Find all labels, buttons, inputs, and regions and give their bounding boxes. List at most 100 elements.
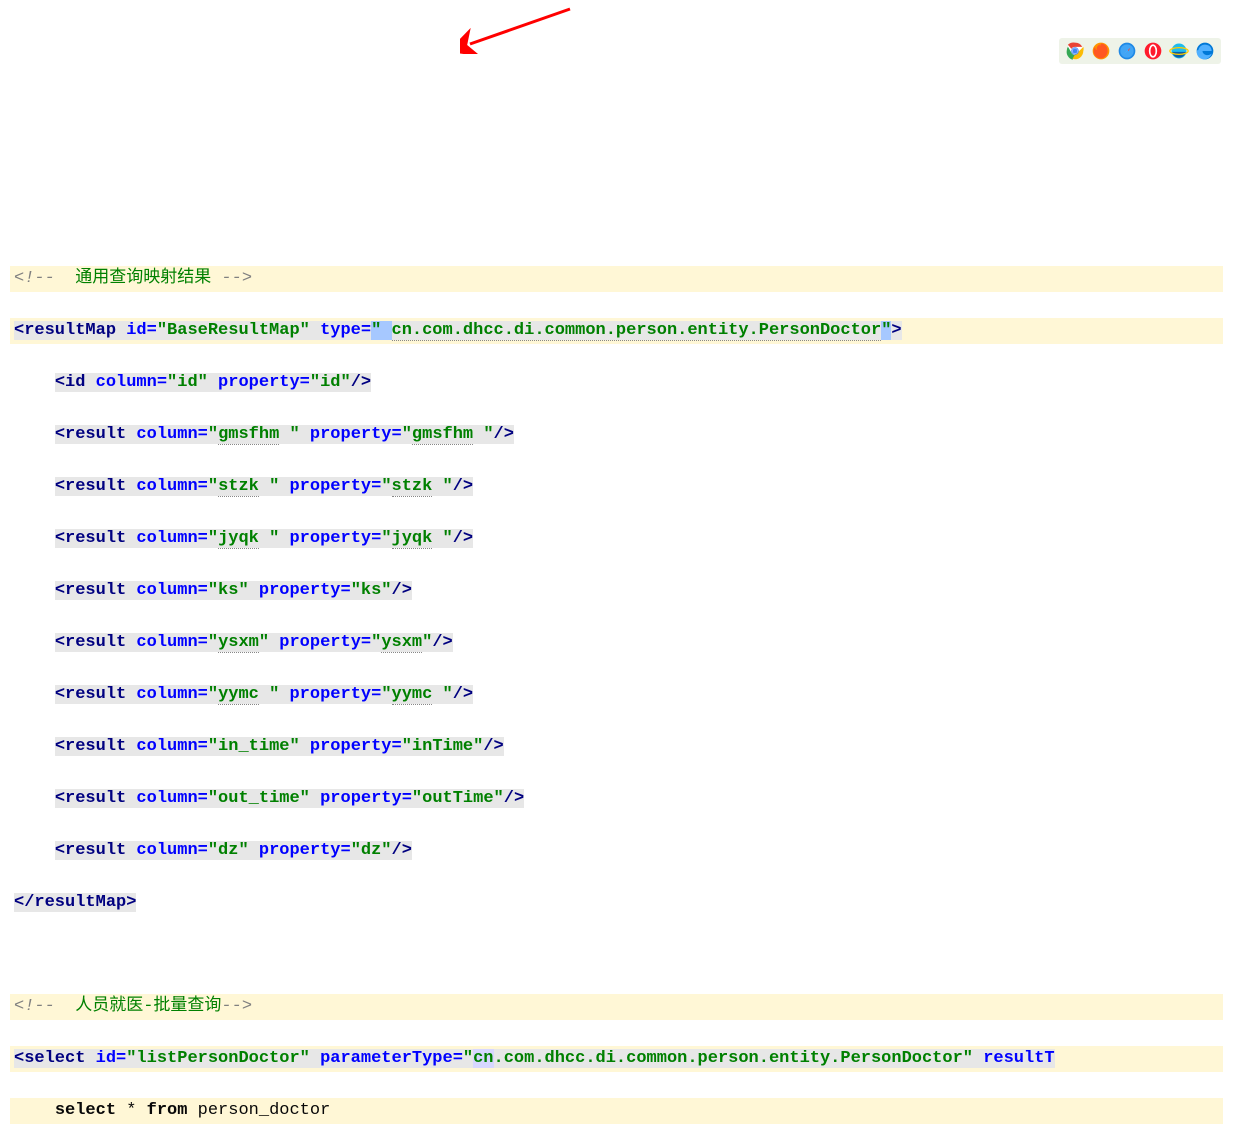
tag-select: <select bbox=[14, 1049, 85, 1068]
attr-resulttype: resultT bbox=[973, 1049, 1055, 1068]
attr-column: column= bbox=[126, 529, 208, 548]
val: jyqk bbox=[218, 529, 259, 549]
selection-space bbox=[381, 321, 391, 340]
tag-result: <result bbox=[55, 737, 126, 756]
comment-text: 通用查询映射结果 bbox=[65, 269, 221, 288]
code-line: <result column="in_time" property="inTim… bbox=[10, 734, 1223, 760]
attr-parametertype: parameterType= bbox=[310, 1049, 463, 1068]
attr-property: property= bbox=[249, 841, 351, 860]
tag-resultmap-close: </resultMap> bbox=[14, 893, 136, 912]
annotation-arrow bbox=[460, 4, 580, 54]
val: "in_time" bbox=[208, 737, 300, 756]
comment-text: 人员就医-批量查询 bbox=[65, 997, 221, 1016]
sql-keyword: from bbox=[147, 1101, 188, 1120]
code-line: <id column="id" property="id"/> bbox=[10, 370, 1223, 396]
tag-selfclose: /> bbox=[392, 841, 412, 860]
val: stzk bbox=[218, 477, 259, 497]
attr-column: column= bbox=[85, 373, 167, 392]
selection-quote: " bbox=[371, 321, 381, 340]
browser-icons-bar bbox=[1059, 38, 1221, 64]
val: "listPersonDoctor" bbox=[126, 1049, 310, 1068]
code-line: select * from person_doctor bbox=[10, 1098, 1223, 1124]
attr-type: type= bbox=[310, 321, 371, 340]
tag-selfclose: /> bbox=[453, 477, 473, 496]
code-line: <result column="jyqk " property="jyqk "/… bbox=[10, 526, 1223, 552]
val-type: cn.com.dhcc.di.common.person.entity.Pers… bbox=[392, 321, 882, 341]
tag-selfclose: /> bbox=[453, 529, 473, 548]
code-line: <resultMap id="BaseResultMap" type=" cn.… bbox=[10, 318, 1223, 344]
tag-selfclose: /> bbox=[351, 373, 371, 392]
code-line: <!-- 通用查询映射结果 --> bbox=[10, 266, 1223, 292]
edge-icon[interactable] bbox=[1195, 41, 1215, 61]
attr-property: property= bbox=[269, 633, 371, 652]
tag-result: <result bbox=[55, 841, 126, 860]
ie-icon[interactable] bbox=[1169, 41, 1189, 61]
tag-id: <id bbox=[55, 373, 86, 392]
val: ysxm bbox=[218, 633, 259, 653]
val: "dz" bbox=[351, 841, 392, 860]
tag-selfclose: /> bbox=[494, 425, 514, 444]
val: .com.dhcc.di.common.person.entity.Person… bbox=[494, 1049, 973, 1068]
attr-property: property= bbox=[300, 737, 402, 756]
val: "dz" bbox=[208, 841, 249, 860]
sql-keyword: select bbox=[55, 1101, 116, 1120]
attr-property: property= bbox=[279, 477, 381, 496]
val: jyqk bbox=[392, 529, 433, 549]
tag-result: <result bbox=[55, 789, 126, 808]
attr-column: column= bbox=[126, 477, 208, 496]
val: gmsfhm bbox=[218, 425, 279, 445]
code-line: <result column="ks" property="ks"/> bbox=[10, 578, 1223, 604]
val: gmsfhm bbox=[412, 425, 473, 445]
code-line: <result column="dz" property="dz"/> bbox=[10, 838, 1223, 864]
code-line: <!-- 人员就医-批量查询--> bbox=[10, 994, 1223, 1020]
sql-text: * bbox=[116, 1101, 147, 1120]
attr-column: column= bbox=[126, 737, 208, 756]
code-line: <result column="ysxm" property="ysxm"/> bbox=[10, 630, 1223, 656]
attr-id: id= bbox=[116, 321, 157, 340]
code-line: </resultMap> bbox=[10, 890, 1223, 916]
attr-column: column= bbox=[126, 581, 208, 600]
sql-text: person_doctor bbox=[187, 1101, 330, 1120]
val: "outTime" bbox=[412, 789, 504, 808]
code-line: <select id="listPersonDoctor" parameterT… bbox=[10, 1046, 1223, 1072]
val: yymc bbox=[392, 685, 433, 705]
attr-property: property= bbox=[279, 529, 381, 548]
opera-icon[interactable] bbox=[1143, 41, 1163, 61]
tag-selfclose: /> bbox=[432, 633, 452, 652]
attr-property: property= bbox=[208, 373, 310, 392]
attr-column: column= bbox=[126, 789, 208, 808]
val-id: "BaseResultMap" bbox=[157, 321, 310, 340]
selection-quote: " bbox=[881, 321, 891, 340]
safari-icon[interactable] bbox=[1117, 41, 1137, 61]
tag-selfclose: /> bbox=[453, 685, 473, 704]
tag-result: <result bbox=[55, 685, 126, 704]
attr-column: column= bbox=[126, 685, 208, 704]
chrome-icon[interactable] bbox=[1065, 41, 1085, 61]
code-line: <result column="gmsfhm " property="gmsfh… bbox=[10, 422, 1223, 448]
val: "ks" bbox=[351, 581, 392, 600]
val: "id" bbox=[167, 373, 208, 392]
val-hint: cn bbox=[473, 1049, 493, 1068]
comment-open: <!-- bbox=[14, 269, 65, 288]
tag-result: <result bbox=[55, 529, 126, 548]
val: " bbox=[463, 1049, 473, 1068]
tag-selfclose: /> bbox=[392, 581, 412, 600]
val: ysxm bbox=[381, 633, 422, 653]
code-line: <result column="out_time" property="outT… bbox=[10, 786, 1223, 812]
val: "id" bbox=[310, 373, 351, 392]
attr-property: property= bbox=[300, 425, 402, 444]
firefox-icon[interactable] bbox=[1091, 41, 1111, 61]
attr-property: property= bbox=[310, 789, 412, 808]
tag-result: <result bbox=[55, 633, 126, 652]
val: stzk bbox=[392, 477, 433, 497]
tag-resultmap: <resultMap bbox=[14, 321, 116, 340]
tag-selfclose: /> bbox=[504, 789, 524, 808]
val: yymc bbox=[218, 685, 259, 705]
tag-result: <result bbox=[55, 581, 126, 600]
comment-open: <!-- bbox=[14, 997, 65, 1016]
val: "out_time" bbox=[208, 789, 310, 808]
code-line: <result column="yymc " property="yymc "/… bbox=[10, 682, 1223, 708]
attr-column: column= bbox=[126, 425, 208, 444]
code-line: <result column="stzk " property="stzk "/… bbox=[10, 474, 1223, 500]
comment-close: --> bbox=[221, 997, 252, 1016]
